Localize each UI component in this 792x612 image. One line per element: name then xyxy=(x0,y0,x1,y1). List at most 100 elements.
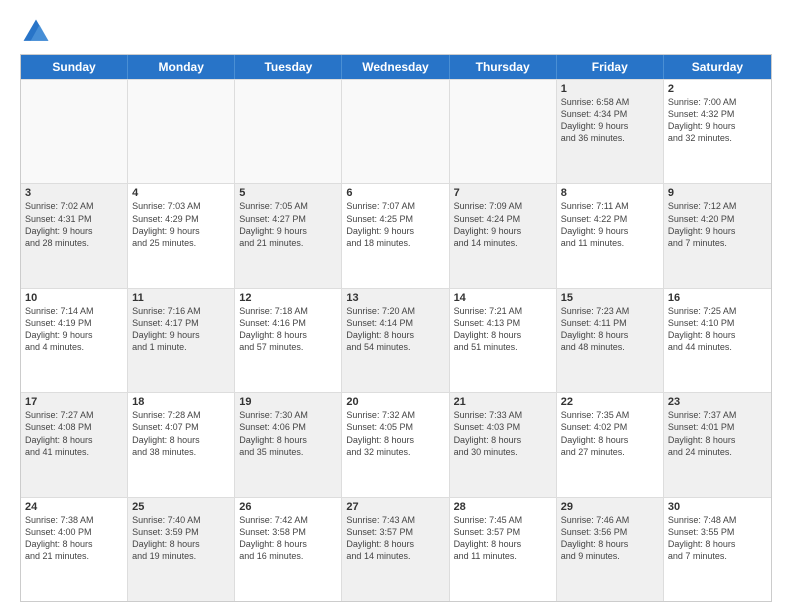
day-number: 15 xyxy=(561,292,659,304)
calendar-header-cell: Thursday xyxy=(450,55,557,79)
cell-info: Sunrise: 7:27 AM Sunset: 4:08 PM Dayligh… xyxy=(25,409,123,458)
calendar-cell: 12Sunrise: 7:18 AM Sunset: 4:16 PM Dayli… xyxy=(235,289,342,392)
cell-info: Sunrise: 7:02 AM Sunset: 4:31 PM Dayligh… xyxy=(25,200,123,249)
day-number: 1 xyxy=(561,83,659,95)
calendar-cell: 14Sunrise: 7:21 AM Sunset: 4:13 PM Dayli… xyxy=(450,289,557,392)
calendar-week-row: 10Sunrise: 7:14 AM Sunset: 4:19 PM Dayli… xyxy=(21,288,771,392)
calendar-cell: 19Sunrise: 7:30 AM Sunset: 4:06 PM Dayli… xyxy=(235,393,342,496)
calendar-cell: 17Sunrise: 7:27 AM Sunset: 4:08 PM Dayli… xyxy=(21,393,128,496)
calendar-cell xyxy=(342,80,449,183)
day-number: 30 xyxy=(668,501,767,513)
calendar-week-row: 1Sunrise: 6:58 AM Sunset: 4:34 PM Daylig… xyxy=(21,79,771,183)
day-number: 11 xyxy=(132,292,230,304)
day-number: 3 xyxy=(25,187,123,199)
day-number: 19 xyxy=(239,396,337,408)
calendar-header-cell: Tuesday xyxy=(235,55,342,79)
cell-info: Sunrise: 7:25 AM Sunset: 4:10 PM Dayligh… xyxy=(668,305,767,354)
calendar-cell: 13Sunrise: 7:20 AM Sunset: 4:14 PM Dayli… xyxy=(342,289,449,392)
calendar-cell: 7Sunrise: 7:09 AM Sunset: 4:24 PM Daylig… xyxy=(450,184,557,287)
calendar-cell xyxy=(235,80,342,183)
calendar-cell: 6Sunrise: 7:07 AM Sunset: 4:25 PM Daylig… xyxy=(342,184,449,287)
calendar-cell xyxy=(21,80,128,183)
day-number: 25 xyxy=(132,501,230,513)
cell-info: Sunrise: 7:40 AM Sunset: 3:59 PM Dayligh… xyxy=(132,514,230,563)
calendar-header: SundayMondayTuesdayWednesdayThursdayFrid… xyxy=(21,55,771,79)
cell-info: Sunrise: 7:05 AM Sunset: 4:27 PM Dayligh… xyxy=(239,200,337,249)
calendar-cell xyxy=(450,80,557,183)
cell-info: Sunrise: 7:09 AM Sunset: 4:24 PM Dayligh… xyxy=(454,200,552,249)
calendar-week-row: 3Sunrise: 7:02 AM Sunset: 4:31 PM Daylig… xyxy=(21,183,771,287)
calendar-cell: 29Sunrise: 7:46 AM Sunset: 3:56 PM Dayli… xyxy=(557,498,664,601)
calendar-cell: 3Sunrise: 7:02 AM Sunset: 4:31 PM Daylig… xyxy=(21,184,128,287)
cell-info: Sunrise: 7:14 AM Sunset: 4:19 PM Dayligh… xyxy=(25,305,123,354)
day-number: 5 xyxy=(239,187,337,199)
calendar-cell: 5Sunrise: 7:05 AM Sunset: 4:27 PM Daylig… xyxy=(235,184,342,287)
calendar-cell: 15Sunrise: 7:23 AM Sunset: 4:11 PM Dayli… xyxy=(557,289,664,392)
calendar-header-cell: Wednesday xyxy=(342,55,449,79)
calendar-body: 1Sunrise: 6:58 AM Sunset: 4:34 PM Daylig… xyxy=(21,79,771,601)
calendar-cell xyxy=(128,80,235,183)
page: SundayMondayTuesdayWednesdayThursdayFrid… xyxy=(0,0,792,612)
calendar-cell: 27Sunrise: 7:43 AM Sunset: 3:57 PM Dayli… xyxy=(342,498,449,601)
cell-info: Sunrise: 7:32 AM Sunset: 4:05 PM Dayligh… xyxy=(346,409,444,458)
calendar-cell: 1Sunrise: 6:58 AM Sunset: 4:34 PM Daylig… xyxy=(557,80,664,183)
logo xyxy=(20,16,56,48)
day-number: 28 xyxy=(454,501,552,513)
cell-info: Sunrise: 7:46 AM Sunset: 3:56 PM Dayligh… xyxy=(561,514,659,563)
day-number: 20 xyxy=(346,396,444,408)
cell-info: Sunrise: 7:21 AM Sunset: 4:13 PM Dayligh… xyxy=(454,305,552,354)
calendar-cell: 28Sunrise: 7:45 AM Sunset: 3:57 PM Dayli… xyxy=(450,498,557,601)
cell-info: Sunrise: 7:12 AM Sunset: 4:20 PM Dayligh… xyxy=(668,200,767,249)
day-number: 6 xyxy=(346,187,444,199)
calendar-cell: 25Sunrise: 7:40 AM Sunset: 3:59 PM Dayli… xyxy=(128,498,235,601)
calendar-cell: 23Sunrise: 7:37 AM Sunset: 4:01 PM Dayli… xyxy=(664,393,771,496)
day-number: 29 xyxy=(561,501,659,513)
cell-info: Sunrise: 7:07 AM Sunset: 4:25 PM Dayligh… xyxy=(346,200,444,249)
day-number: 27 xyxy=(346,501,444,513)
day-number: 16 xyxy=(668,292,767,304)
cell-info: Sunrise: 7:37 AM Sunset: 4:01 PM Dayligh… xyxy=(668,409,767,458)
day-number: 7 xyxy=(454,187,552,199)
cell-info: Sunrise: 7:11 AM Sunset: 4:22 PM Dayligh… xyxy=(561,200,659,249)
day-number: 18 xyxy=(132,396,230,408)
calendar-cell: 24Sunrise: 7:38 AM Sunset: 4:00 PM Dayli… xyxy=(21,498,128,601)
calendar-header-cell: Friday xyxy=(557,55,664,79)
header xyxy=(20,16,772,48)
calendar-cell: 2Sunrise: 7:00 AM Sunset: 4:32 PM Daylig… xyxy=(664,80,771,183)
calendar-cell: 20Sunrise: 7:32 AM Sunset: 4:05 PM Dayli… xyxy=(342,393,449,496)
calendar-header-cell: Monday xyxy=(128,55,235,79)
calendar-cell: 30Sunrise: 7:48 AM Sunset: 3:55 PM Dayli… xyxy=(664,498,771,601)
cell-info: Sunrise: 7:28 AM Sunset: 4:07 PM Dayligh… xyxy=(132,409,230,458)
cell-info: Sunrise: 7:30 AM Sunset: 4:06 PM Dayligh… xyxy=(239,409,337,458)
day-number: 21 xyxy=(454,396,552,408)
calendar-cell: 16Sunrise: 7:25 AM Sunset: 4:10 PM Dayli… xyxy=(664,289,771,392)
day-number: 13 xyxy=(346,292,444,304)
cell-info: Sunrise: 7:16 AM Sunset: 4:17 PM Dayligh… xyxy=(132,305,230,354)
calendar-week-row: 17Sunrise: 7:27 AM Sunset: 4:08 PM Dayli… xyxy=(21,392,771,496)
calendar-cell: 26Sunrise: 7:42 AM Sunset: 3:58 PM Dayli… xyxy=(235,498,342,601)
calendar-cell: 9Sunrise: 7:12 AM Sunset: 4:20 PM Daylig… xyxy=(664,184,771,287)
calendar-cell: 22Sunrise: 7:35 AM Sunset: 4:02 PM Dayli… xyxy=(557,393,664,496)
cell-info: Sunrise: 7:35 AM Sunset: 4:02 PM Dayligh… xyxy=(561,409,659,458)
logo-icon xyxy=(20,16,52,48)
cell-info: Sunrise: 7:23 AM Sunset: 4:11 PM Dayligh… xyxy=(561,305,659,354)
cell-info: Sunrise: 7:38 AM Sunset: 4:00 PM Dayligh… xyxy=(25,514,123,563)
cell-info: Sunrise: 7:33 AM Sunset: 4:03 PM Dayligh… xyxy=(454,409,552,458)
day-number: 8 xyxy=(561,187,659,199)
calendar-cell: 4Sunrise: 7:03 AM Sunset: 4:29 PM Daylig… xyxy=(128,184,235,287)
cell-info: Sunrise: 7:18 AM Sunset: 4:16 PM Dayligh… xyxy=(239,305,337,354)
cell-info: Sunrise: 7:42 AM Sunset: 3:58 PM Dayligh… xyxy=(239,514,337,563)
day-number: 10 xyxy=(25,292,123,304)
day-number: 9 xyxy=(668,187,767,199)
day-number: 23 xyxy=(668,396,767,408)
day-number: 4 xyxy=(132,187,230,199)
day-number: 12 xyxy=(239,292,337,304)
day-number: 2 xyxy=(668,83,767,95)
calendar-header-cell: Sunday xyxy=(21,55,128,79)
calendar-cell: 8Sunrise: 7:11 AM Sunset: 4:22 PM Daylig… xyxy=(557,184,664,287)
calendar-header-cell: Saturday xyxy=(664,55,771,79)
cell-info: Sunrise: 7:48 AM Sunset: 3:55 PM Dayligh… xyxy=(668,514,767,563)
cell-info: Sunrise: 6:58 AM Sunset: 4:34 PM Dayligh… xyxy=(561,96,659,145)
calendar-cell: 11Sunrise: 7:16 AM Sunset: 4:17 PM Dayli… xyxy=(128,289,235,392)
day-number: 14 xyxy=(454,292,552,304)
